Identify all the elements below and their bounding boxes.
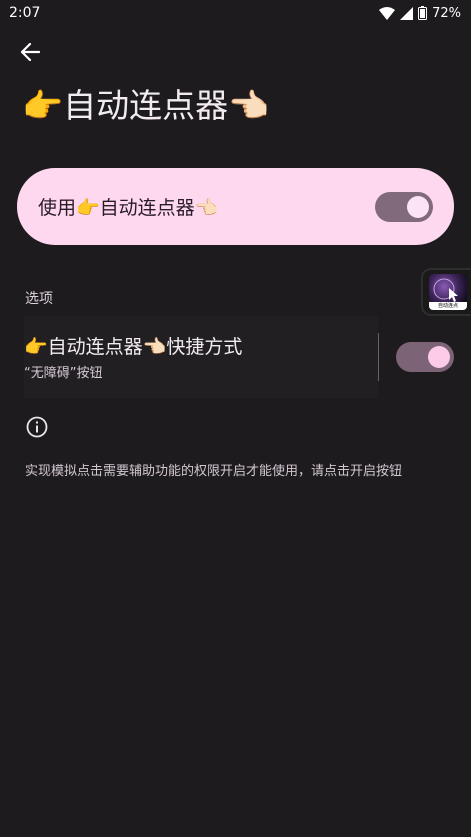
shortcut-option-row[interactable]: 👉自动连点器👈🏻快捷方式 “无障碍”按钮: [24, 316, 378, 398]
shortcut-toggle[interactable]: [396, 342, 454, 372]
bubble-image: 自动连点: [429, 274, 467, 310]
status-icons: 72%: [379, 6, 461, 21]
shortcut-option-title: 👉自动连点器👈🏻快捷方式: [24, 336, 243, 358]
bubble-caption: 自动连点: [429, 302, 467, 310]
back-button[interactable]: [16, 42, 44, 66]
wifi-icon: [379, 6, 396, 20]
shortcut-option-subtitle: “无障碍”按钮: [24, 366, 103, 381]
shortcut-toggle-wrap: [396, 342, 454, 372]
arrow-left-icon: [20, 42, 41, 65]
divider: [378, 333, 379, 381]
info-text: 实现模拟点击需要辅助功能的权限开启才能使用，请点击开启按钮: [25, 464, 403, 479]
status-time: 2:07: [9, 5, 41, 21]
signal-icon: [400, 6, 414, 20]
main-switch-toggle[interactable]: [375, 191, 433, 222]
floating-bubble[interactable]: 自动连点: [421, 268, 471, 316]
info-icon: [26, 416, 48, 438]
main-switch-card[interactable]: 使用👉自动连点器👈🏻: [17, 168, 454, 245]
main-switch-label: 使用👉自动连点器👈🏻: [38, 197, 219, 219]
battery-percent: 72%: [432, 5, 461, 21]
battery-icon: [418, 6, 428, 20]
status-bar: 2:07 72%: [0, 0, 471, 26]
toggle-thumb: [407, 195, 429, 218]
toggle-thumb: [428, 346, 450, 368]
options-section-title: 选项: [25, 291, 53, 307]
page-title: 👉自动连点器👈🏻: [22, 86, 270, 125]
